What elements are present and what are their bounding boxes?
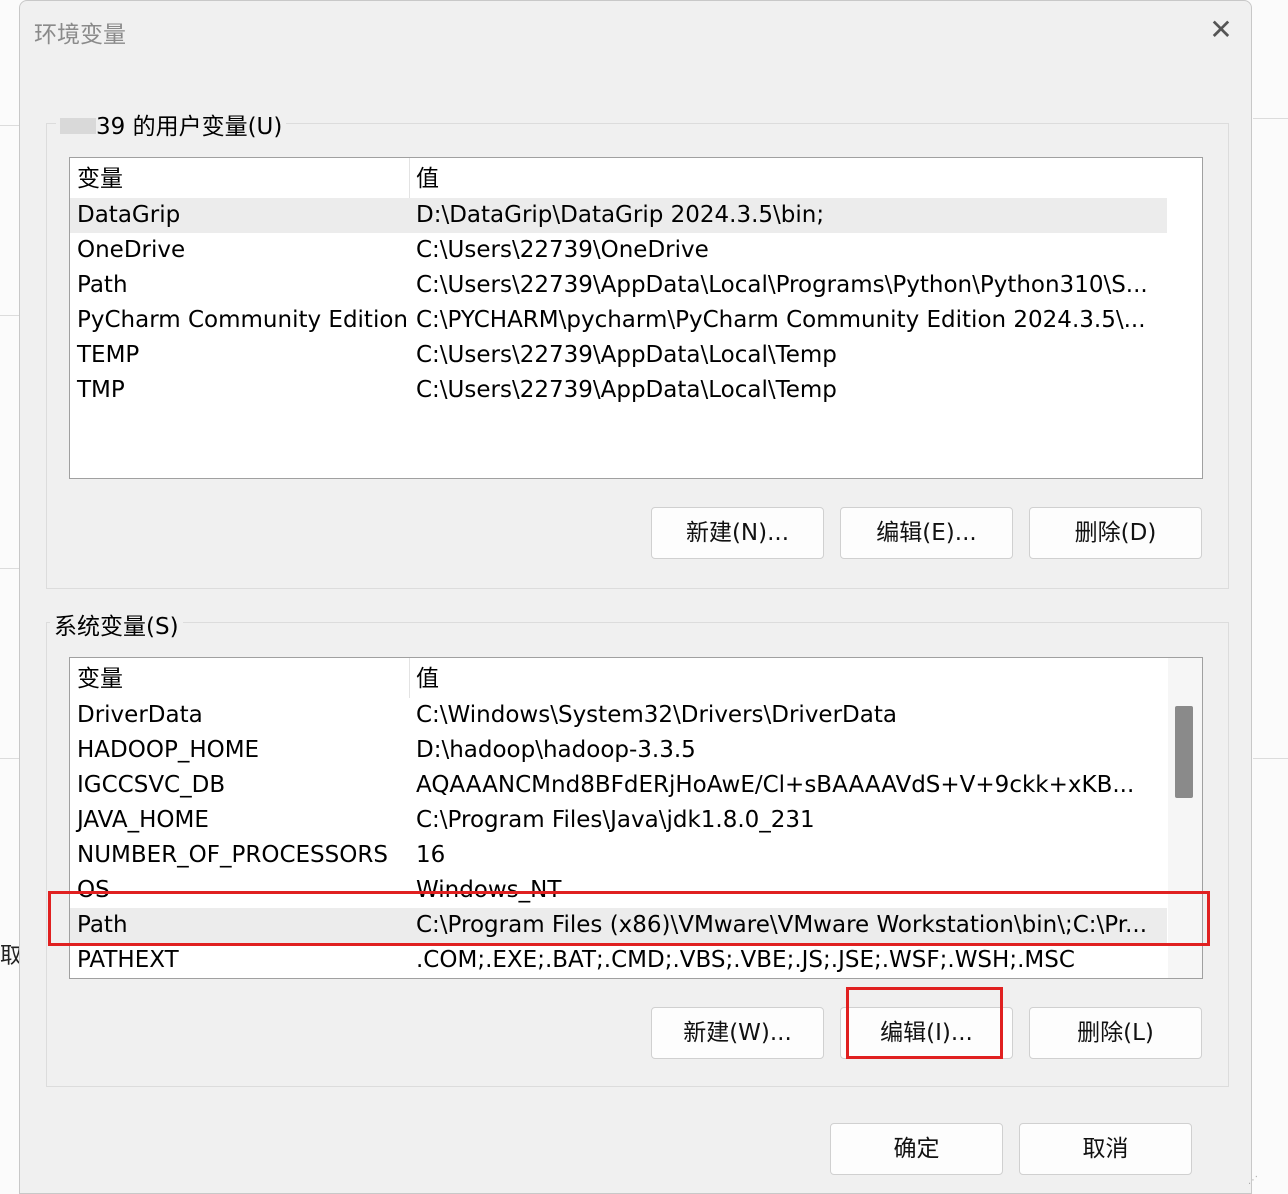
var-name: TMP [77,377,125,403]
table-row[interactable]: JAVA_HOME C:\Program Files\Java\jdk1.8.0… [70,803,1167,838]
table-row[interactable]: PyCharm Community Edition C:\PYCHARM\pyc… [70,303,1167,338]
var-value: C:\Users\22739\OneDrive [416,237,709,263]
bg-divider [0,758,19,759]
var-name: TEMP [77,342,140,368]
annotation-highlight-edit-button [846,987,1003,1059]
table-row[interactable]: HADOOP_HOME D:\hadoop\hadoop-3.3.5 [70,733,1167,768]
table-row[interactable]: TEMP C:\Users\22739\AppData\Local\Temp [70,338,1167,373]
table-row[interactable]: PATHEXT .COM;.EXE;.BAT;.CMD;.VBS;.VBE;.J… [70,943,1167,978]
var-value: C:\Users\22739\AppData\Local\Temp [416,377,837,403]
var-name: NUMBER_OF_PROCESSORS [77,842,388,868]
user-edit-button[interactable]: 编辑(E)... [840,507,1013,559]
table-row[interactable]: Path C:\Users\22739\AppData\Local\Progra… [70,268,1167,303]
var-value: C:\Windows\System32\Drivers\DriverData [416,702,897,728]
column-separator[interactable] [409,658,410,698]
scrollbar-thumb[interactable] [1175,706,1193,798]
user-variables-label-text: 39 的用户变量(U) [96,114,283,140]
user-new-button[interactable]: 新建(N)... [651,507,824,559]
var-value: C:\PYCHARM\pycharm\PyCharm Community Edi… [416,307,1146,333]
var-value: C:\Program Files\Java\jdk1.8.0_231 [416,807,815,833]
table-row[interactable]: DriverData C:\Windows\System32\Drivers\D… [70,698,1167,733]
dialog-title: 环境变量 [34,22,126,48]
user-variables-label: 39 的用户变量(U) [56,107,287,141]
table-row[interactable]: IGCCSVC_DB AQAAANCMnd8BFdERjHoAwE/Cl+sBA… [70,768,1167,803]
list-header: 变量 值 [70,162,1167,197]
ok-button[interactable]: 确定 [830,1123,1003,1175]
environment-variables-dialog: 环境变量 ✕ 39 的用户变量(U) 变量 值 DataGrip D:\Data… [19,0,1258,1194]
var-name: Path [77,272,128,298]
var-value: 16 [416,842,446,868]
header-value[interactable]: 值 [416,662,439,697]
var-name: JAVA_HOME [77,807,209,833]
var-value: C:\Users\22739\AppData\Local\Temp [416,342,837,368]
var-name: OneDrive [77,237,186,263]
annotation-highlight-path-row [48,891,1210,946]
resize-grip-icon[interactable]: ⋰ [1248,1176,1262,1191]
redacted-username [60,117,96,134]
column-separator[interactable] [409,158,410,198]
var-name: HADOOP_HOME [77,737,260,763]
table-row[interactable]: TMP C:\Users\22739\AppData\Local\Temp [70,373,1167,408]
header-name[interactable]: 变量 [77,662,123,697]
user-delete-button[interactable]: 删除(D) [1029,507,1202,559]
bg-divider [0,568,19,569]
bg-divider [0,125,19,126]
close-icon[interactable]: ✕ [1206,15,1236,45]
user-variables-list[interactable]: 变量 值 DataGrip D:\DataGrip\DataGrip 2024.… [69,157,1203,479]
header-value[interactable]: 值 [416,162,439,197]
table-row[interactable]: DataGrip D:\DataGrip\DataGrip 2024.3.5\b… [70,198,1167,233]
system-delete-button[interactable]: 删除(L) [1029,1007,1202,1059]
var-value: D:\DataGrip\DataGrip 2024.3.5\bin; [416,202,825,228]
list-header: 变量 值 [70,662,1167,697]
var-name: DriverData [77,702,203,728]
var-name: DataGrip [77,202,181,228]
table-row[interactable]: NUMBER_OF_PROCESSORS 16 [70,838,1167,873]
var-value: D:\hadoop\hadoop-3.3.5 [416,737,696,763]
var-name: PyCharm Community Edition [77,307,408,333]
var-name: IGCCSVC_DB [77,772,226,798]
var-name: PATHEXT [77,947,179,973]
bg-divider [0,315,19,316]
bg-divider [1253,118,1288,119]
bg-divider [1253,758,1288,759]
var-value: .COM;.EXE;.BAT;.CMD;.VBS;.VBE;.JS;.JSE;.… [416,947,1075,973]
var-value: C:\Users\22739\AppData\Local\Programs\Py… [416,272,1148,298]
header-name[interactable]: 变量 [77,162,123,197]
system-new-button[interactable]: 新建(W)... [651,1007,824,1059]
cancel-button[interactable]: 取消 [1019,1123,1192,1175]
var-value: AQAAANCMnd8BFdERjHoAwE/Cl+sBAAAAVdS+V+9c… [416,772,1135,798]
system-variables-label: 系统变量(S) [50,607,183,641]
table-row[interactable]: OneDrive C:\Users\22739\OneDrive [70,233,1167,268]
